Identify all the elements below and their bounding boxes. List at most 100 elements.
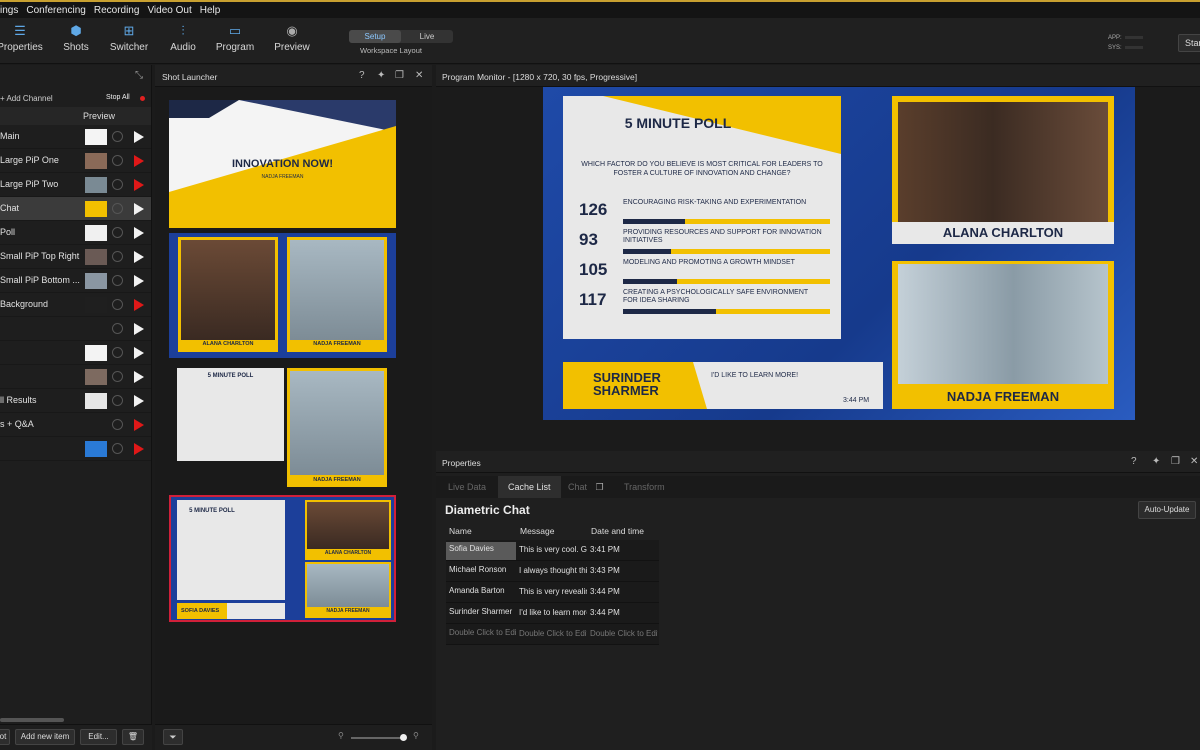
channel-status-icon[interactable] [112, 299, 123, 310]
menu-conferencing[interactable]: Conferencing [26, 5, 85, 16]
channel-row[interactable]: s + Q&A [0, 413, 151, 437]
channel-row[interactable] [0, 437, 151, 461]
channel-preview-thumb[interactable] [85, 273, 107, 289]
channel-preview-thumb[interactable] [85, 441, 107, 457]
auto-update-button[interactable]: Auto-Update [1138, 501, 1196, 519]
play-icon[interactable] [134, 419, 144, 431]
delete-button[interactable]: 🗑 [122, 729, 144, 745]
channel-status-icon[interactable] [112, 395, 123, 406]
channel-row[interactable]: Small PiP Top Right [0, 245, 151, 269]
play-icon[interactable] [134, 251, 144, 263]
table-row[interactable]: Surinder Sharmer I'd like to learn more 3:… [446, 603, 659, 624]
table-row[interactable]: Sofia Davies This is very cool. Gr 3:41 PM [446, 540, 659, 561]
channel-status-icon[interactable] [112, 227, 123, 238]
channel-row[interactable]: Main [0, 125, 151, 149]
play-icon[interactable] [134, 179, 144, 191]
play-icon[interactable] [134, 227, 144, 239]
time-cell[interactable]: 3:44 PM [590, 587, 658, 596]
table-row[interactable]: Amanda Barton This is very revealin 3:44 P… [446, 582, 659, 603]
channel-preview-thumb[interactable] [85, 417, 107, 433]
shots-button[interactable]: ⬢ Shots [48, 24, 104, 54]
message-cell[interactable]: I'd like to learn more [519, 608, 587, 617]
channel-row[interactable]: ll Results [0, 389, 151, 413]
close-icon[interactable]: ✕ [1190, 456, 1198, 467]
zoom-slider-handle[interactable] [400, 734, 407, 741]
zoom-slider[interactable] [351, 734, 407, 741]
message-cell[interactable]: I always thought thi [519, 566, 587, 575]
channel-row[interactable] [0, 317, 151, 341]
column-date-time[interactable]: Date and time [591, 526, 644, 536]
zoom-in-icon[interactable]: ⚲ [413, 731, 419, 740]
channel-preview-thumb[interactable] [85, 177, 107, 193]
popout-icon[interactable]: ❐ [596, 482, 604, 492]
tab-chat[interactable]: Chat ❐ [558, 476, 614, 498]
play-icon[interactable] [134, 443, 144, 455]
channel-preview-thumb[interactable] [85, 249, 107, 265]
channel-row[interactable]: Large PiP One [0, 149, 151, 173]
start-button[interactable]: Star [1178, 34, 1200, 52]
zoom-out-icon[interactable]: ⚲ [338, 731, 344, 740]
channel-preview-thumb[interactable] [85, 369, 107, 385]
switcher-button[interactable]: ⊞ Switcher [101, 24, 157, 54]
play-icon[interactable] [134, 299, 144, 311]
channel-row[interactable]: Large PiP Two [0, 173, 151, 197]
table-row-new[interactable]: Double Click to Edit Double Click to Edi… [446, 624, 659, 645]
shot-innovation-now[interactable]: INNOVATION NOW! NADJA FREEMAN [169, 100, 396, 228]
name-cell[interactable]: Sofia Davies [446, 542, 516, 560]
tab-live-data[interactable]: Live Data [438, 476, 496, 498]
edit-time-cell[interactable]: Double Click to Edit [590, 629, 658, 638]
channel-status-icon[interactable] [112, 179, 123, 190]
channel-preview-thumb[interactable] [85, 321, 107, 337]
play-icon[interactable] [134, 323, 144, 335]
add-new-item-button[interactable]: Add new item [15, 729, 75, 745]
stop-all-button[interactable]: Stop All [106, 94, 130, 101]
channel-status-icon[interactable] [112, 323, 123, 334]
channel-preview-thumb[interactable] [85, 153, 107, 169]
message-cell[interactable]: This is very revealin [519, 587, 587, 596]
live-tab[interactable]: Live [401, 30, 453, 43]
menu-help[interactable]: Help [200, 5, 221, 16]
time-cell[interactable]: 3:41 PM [590, 545, 658, 554]
channel-status-icon[interactable] [112, 155, 123, 166]
preview-button[interactable]: ◉ Preview [264, 24, 320, 54]
audio-button[interactable]: ⫶ Audio [155, 24, 211, 54]
name-cell[interactable]: Michael Ronson [446, 563, 516, 581]
channel-preview-thumb[interactable] [85, 129, 107, 145]
table-row[interactable]: Michael Ronson I always thought thi 3:43 P… [446, 561, 659, 582]
channel-row[interactable]: Background [0, 293, 151, 317]
play-icon[interactable] [134, 203, 144, 215]
menu-recording[interactable]: Recording [94, 5, 140, 16]
properties-button[interactable]: ☰ Properties [0, 24, 48, 54]
play-icon[interactable] [134, 347, 144, 359]
channel-row[interactable] [0, 365, 151, 389]
column-name[interactable]: Name [449, 526, 472, 536]
menu-video-out[interactable]: Video Out [147, 5, 191, 16]
pin-icon[interactable]: ✦ [377, 70, 385, 81]
horizontal-scrollbar[interactable] [0, 718, 64, 722]
channel-preview-thumb[interactable] [85, 345, 107, 361]
menu-settings[interactable]: ings [0, 5, 18, 16]
shot-two-speakers[interactable]: ALANA CHARLTON NADJA FREEMAN [169, 233, 396, 358]
channel-preview-thumb[interactable] [85, 297, 107, 313]
setup-tab[interactable]: Setup [349, 30, 401, 43]
channel-row[interactable]: Chat [0, 197, 151, 221]
channel-status-icon[interactable] [112, 347, 123, 358]
pin-icon[interactable]: ⤡ [135, 70, 143, 81]
play-icon[interactable] [134, 371, 144, 383]
channel-status-icon[interactable] [112, 251, 123, 262]
channel-status-icon[interactable] [112, 131, 123, 142]
play-icon[interactable] [134, 275, 144, 287]
channel-status-icon[interactable] [112, 275, 123, 286]
name-cell[interactable]: Surinder Sharmer [446, 605, 516, 623]
filter-icon[interactable]: ⏷ [163, 729, 183, 745]
edit-name-cell[interactable]: Double Click to Edit [446, 626, 516, 644]
channel-status-icon[interactable] [112, 443, 123, 454]
channel-status-icon[interactable] [112, 371, 123, 382]
add-channel-button[interactable]: + Add Channel [0, 94, 53, 103]
channel-row[interactable] [0, 341, 151, 365]
channel-preview-thumb[interactable] [85, 393, 107, 409]
time-cell[interactable]: 3:44 PM [590, 608, 658, 617]
channel-status-icon[interactable] [112, 203, 123, 214]
program-output[interactable]: 5 MINUTE POLL WHICH FACTOR DO YOU BELIEV… [543, 87, 1135, 420]
column-message[interactable]: Message [520, 526, 555, 536]
